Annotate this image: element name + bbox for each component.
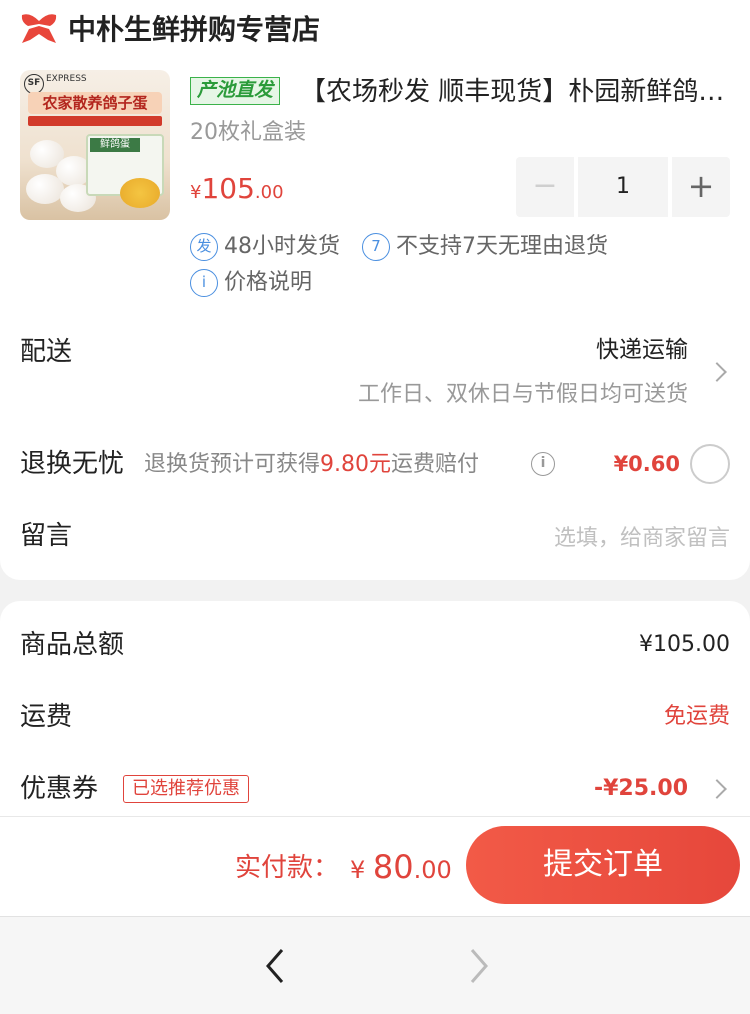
message-input[interactable] (300, 520, 730, 556)
quantity-stepper: − 1 + (516, 157, 730, 217)
price-symbol: ¥ (190, 182, 202, 203)
coupon-label: 优惠券 (20, 774, 99, 804)
return-note: 退换货预计可获得9.80元运费赔付 (144, 450, 479, 480)
return-note-suffix: 运费赔付 (391, 452, 480, 477)
price-integer: 105 (201, 172, 255, 205)
product-spec: 20枚礼盒装 (190, 120, 306, 145)
service-price-info[interactable]: i 价格说明 (190, 268, 312, 298)
service-label: 价格说明 (224, 270, 313, 295)
total-label: 商品总额 (20, 630, 125, 660)
info-icon[interactable]: i (531, 452, 555, 476)
price-decimal: .00 (254, 182, 284, 203)
return-price: ¥0.60 (613, 452, 680, 476)
return-radio[interactable] (690, 444, 730, 484)
pay-label: 实付款： (235, 853, 340, 883)
info-icon: i (190, 269, 218, 297)
total-value: ¥105.00 (639, 632, 730, 657)
decrease-button[interactable]: − (516, 157, 574, 217)
service-label: 不支持7天无理由退货 (396, 234, 608, 259)
return-label: 退换无忧 (20, 449, 125, 479)
image-strip (28, 116, 162, 126)
express-label: EXPRESS (46, 74, 87, 84)
delivery-method[interactable]: 快递运输 (596, 334, 688, 366)
message-label: 留言 (20, 521, 73, 551)
image-banner: 农家散养鸽子蛋 (28, 92, 162, 114)
nav-bar (0, 916, 750, 1014)
origin-tag: 产池直发 (190, 77, 280, 105)
service-label: 48小时发货 (224, 234, 340, 259)
pay-integer: 80 (372, 848, 414, 886)
service-no-return: 7 不支持7天无理由退货 (362, 232, 608, 262)
pay-decimal: .00 (413, 856, 452, 884)
no-return-icon: 7 (362, 233, 390, 261)
egg-shape (26, 174, 64, 204)
delivery-note: 工作日、双休日与节假日均可送货 (357, 382, 688, 407)
return-note-prefix: 退换货预计可获得 (144, 452, 321, 477)
box-label: 鲜鸽蛋 (90, 138, 140, 152)
product-title[interactable]: 【农场秒发 顺丰现货】朴园新鲜鸽子蛋 (300, 74, 730, 110)
shop-bow-icon (21, 14, 57, 43)
pay-amount: ¥ 80.00 (350, 845, 452, 895)
shipping-label: 运费 (20, 702, 73, 732)
increase-button[interactable]: + (672, 157, 730, 217)
product-price: ¥105.00 (190, 172, 284, 210)
coupon-value[interactable]: -¥25.00 (594, 773, 688, 805)
coupon-tag: 已选推荐优惠 (123, 775, 249, 803)
delivery-label: 配送 (20, 337, 73, 367)
pay-symbol: ¥ (350, 856, 373, 884)
chevron-left-icon[interactable] (262, 946, 292, 986)
chevron-right-icon[interactable] (462, 946, 492, 986)
sf-express-icon: SF (24, 74, 44, 94)
quantity-value[interactable]: 1 (578, 157, 668, 217)
yolk-shape (120, 178, 160, 208)
product-image[interactable]: SF EXPRESS 农家散养鸽子蛋 鲜鸽蛋 (20, 70, 170, 220)
shop-name[interactable]: 中朴生鲜拼购专营店 (68, 10, 320, 50)
submit-order-button[interactable]: 提交订单 (466, 826, 740, 904)
shipping-value: 免运费 (663, 704, 730, 729)
service-ship: 发 48小时发货 (190, 232, 340, 262)
ship-icon: 发 (190, 233, 218, 261)
return-note-amount: 9.80元 (320, 452, 392, 477)
